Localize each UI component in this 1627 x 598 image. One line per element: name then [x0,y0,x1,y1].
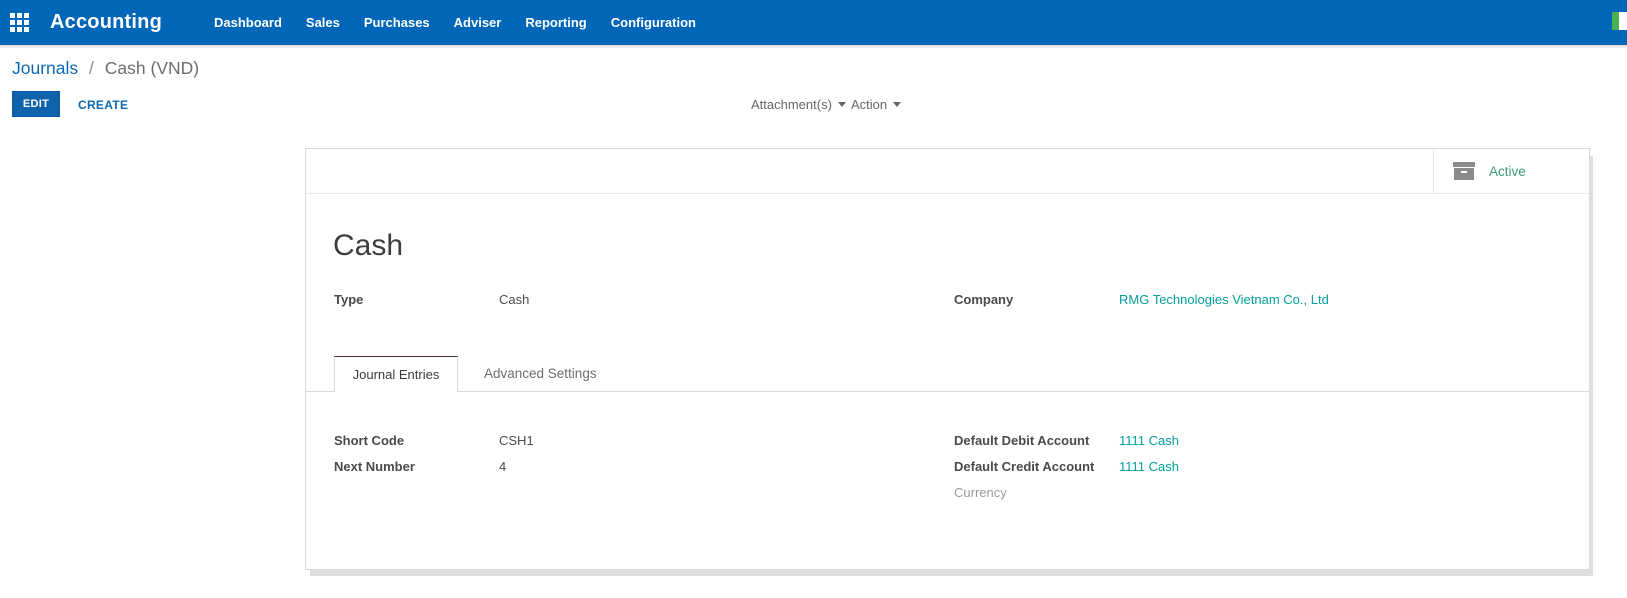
chevron-down-icon [893,102,901,107]
field-next-number: Next Number 4 [334,459,506,475]
active-archive-button[interactable]: Active [1433,149,1589,193]
breadcrumb-journals-link[interactable]: Journals [12,58,78,78]
app-header: Accounting Dashboard Sales Purchases Adv… [0,0,1627,45]
short-code-value: CSH1 [499,433,534,449]
menu-item-adviser[interactable]: Adviser [454,15,502,30]
menu-item-purchases[interactable]: Purchases [364,15,430,30]
header-shadow [0,45,1627,48]
active-button-label: Active [1489,164,1526,179]
archive-box-icon [1453,162,1475,180]
user-menu-background [1619,12,1627,30]
app-title: Accounting [50,11,162,34]
default-debit-account-link[interactable]: 1111 Cash [1119,433,1179,449]
menu-item-sales[interactable]: Sales [306,15,340,30]
action-dropdown-label: Action [851,97,887,112]
record-title: Cash [333,229,403,263]
type-value: Cash [499,292,529,308]
tab-advanced-settings[interactable]: Advanced Settings [458,356,623,391]
apps-grid-icon[interactable] [10,13,29,32]
field-currency: Currency [954,485,1119,501]
currency-label: Currency [954,485,1119,501]
chevron-down-icon [838,102,846,107]
presence-indicator [1612,12,1619,30]
field-company: Company RMG Technologies Vietnam Co., Lt… [954,292,1329,308]
form-sheet: Active Cash Type Cash Company RMG Techno… [305,148,1590,570]
short-code-label: Short Code [334,433,499,449]
tabs-divider [306,391,1589,392]
attachments-dropdown-label: Attachment(s) [751,97,832,112]
field-type: Type Cash [334,292,529,308]
default-credit-account-label: Default Credit Account [954,459,1119,475]
default-credit-account-link[interactable]: 1111 Cash [1119,459,1179,475]
create-button[interactable]: CREATE [78,98,128,112]
company-link[interactable]: RMG Technologies Vietnam Co., Ltd [1119,292,1329,308]
menu-item-reporting[interactable]: Reporting [525,15,586,30]
menu-item-configuration[interactable]: Configuration [611,15,696,30]
status-bar: Active [306,149,1589,194]
field-default-credit-account: Default Credit Account 1111 Cash [954,459,1179,475]
next-number-label: Next Number [334,459,499,475]
breadcrumb-separator: / [89,58,94,78]
breadcrumb: Journals / Cash (VND) [12,58,199,79]
tab-journal-entries[interactable]: Journal Entries [334,356,458,392]
next-number-value: 4 [499,459,506,475]
main-menu: Dashboard Sales Purchases Adviser Report… [214,15,696,30]
company-label: Company [954,292,1119,308]
breadcrumb-current: Cash (VND) [105,58,199,78]
edit-button[interactable]: EDIT [12,91,60,117]
type-label: Type [334,292,499,308]
action-dropdown[interactable]: Action [851,97,901,112]
app-window: Accounting Dashboard Sales Purchases Adv… [0,0,1627,598]
menu-item-dashboard[interactable]: Dashboard [214,15,282,30]
attachments-dropdown[interactable]: Attachment(s) [751,97,846,112]
field-default-debit-account: Default Debit Account 1111 Cash [954,433,1179,449]
field-short-code: Short Code CSH1 [334,433,534,449]
user-menu-partial[interactable] [1612,12,1627,30]
default-debit-account-label: Default Debit Account [954,433,1119,449]
